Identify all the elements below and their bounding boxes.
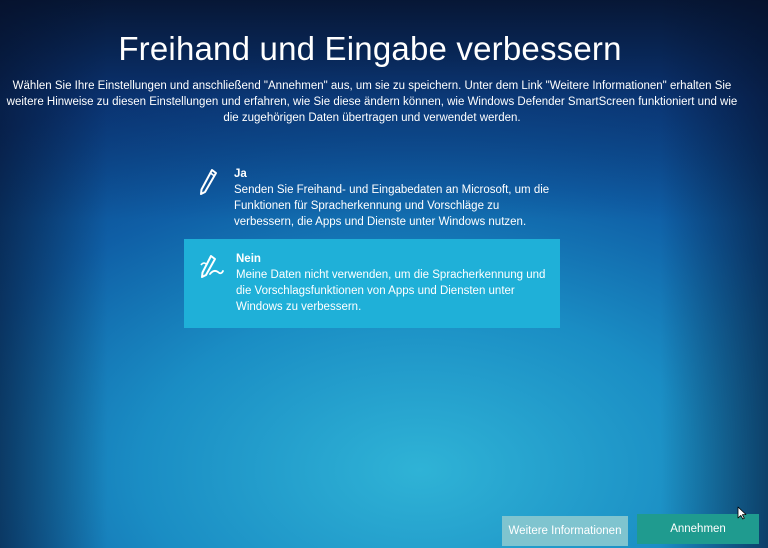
option-ja-heading: Ja [234,168,247,180]
option-nein-description: Meine Daten nicht verwenden, um die Spra… [236,269,546,313]
intro-text: Wählen Sie Ihre Einstellungen und anschl… [6,80,738,124]
page-title: Freihand und Eingabe verbessern [118,30,622,67]
mouse-cursor-icon [737,506,747,520]
more-info-button[interactable]: Weitere Informationen [502,516,628,546]
option-nein[interactable]: Nein Meine Daten nicht verwenden, um die… [184,239,560,328]
option-nein-heading: Nein [236,253,261,265]
pen-off-icon [200,255,224,278]
option-ja[interactable]: Ja Senden Sie Freihand- und Eingabedaten… [188,158,558,230]
option-ja-description: Senden Sie Freihand- und Eingabedaten an… [234,184,550,228]
pen-icon [200,169,217,195]
